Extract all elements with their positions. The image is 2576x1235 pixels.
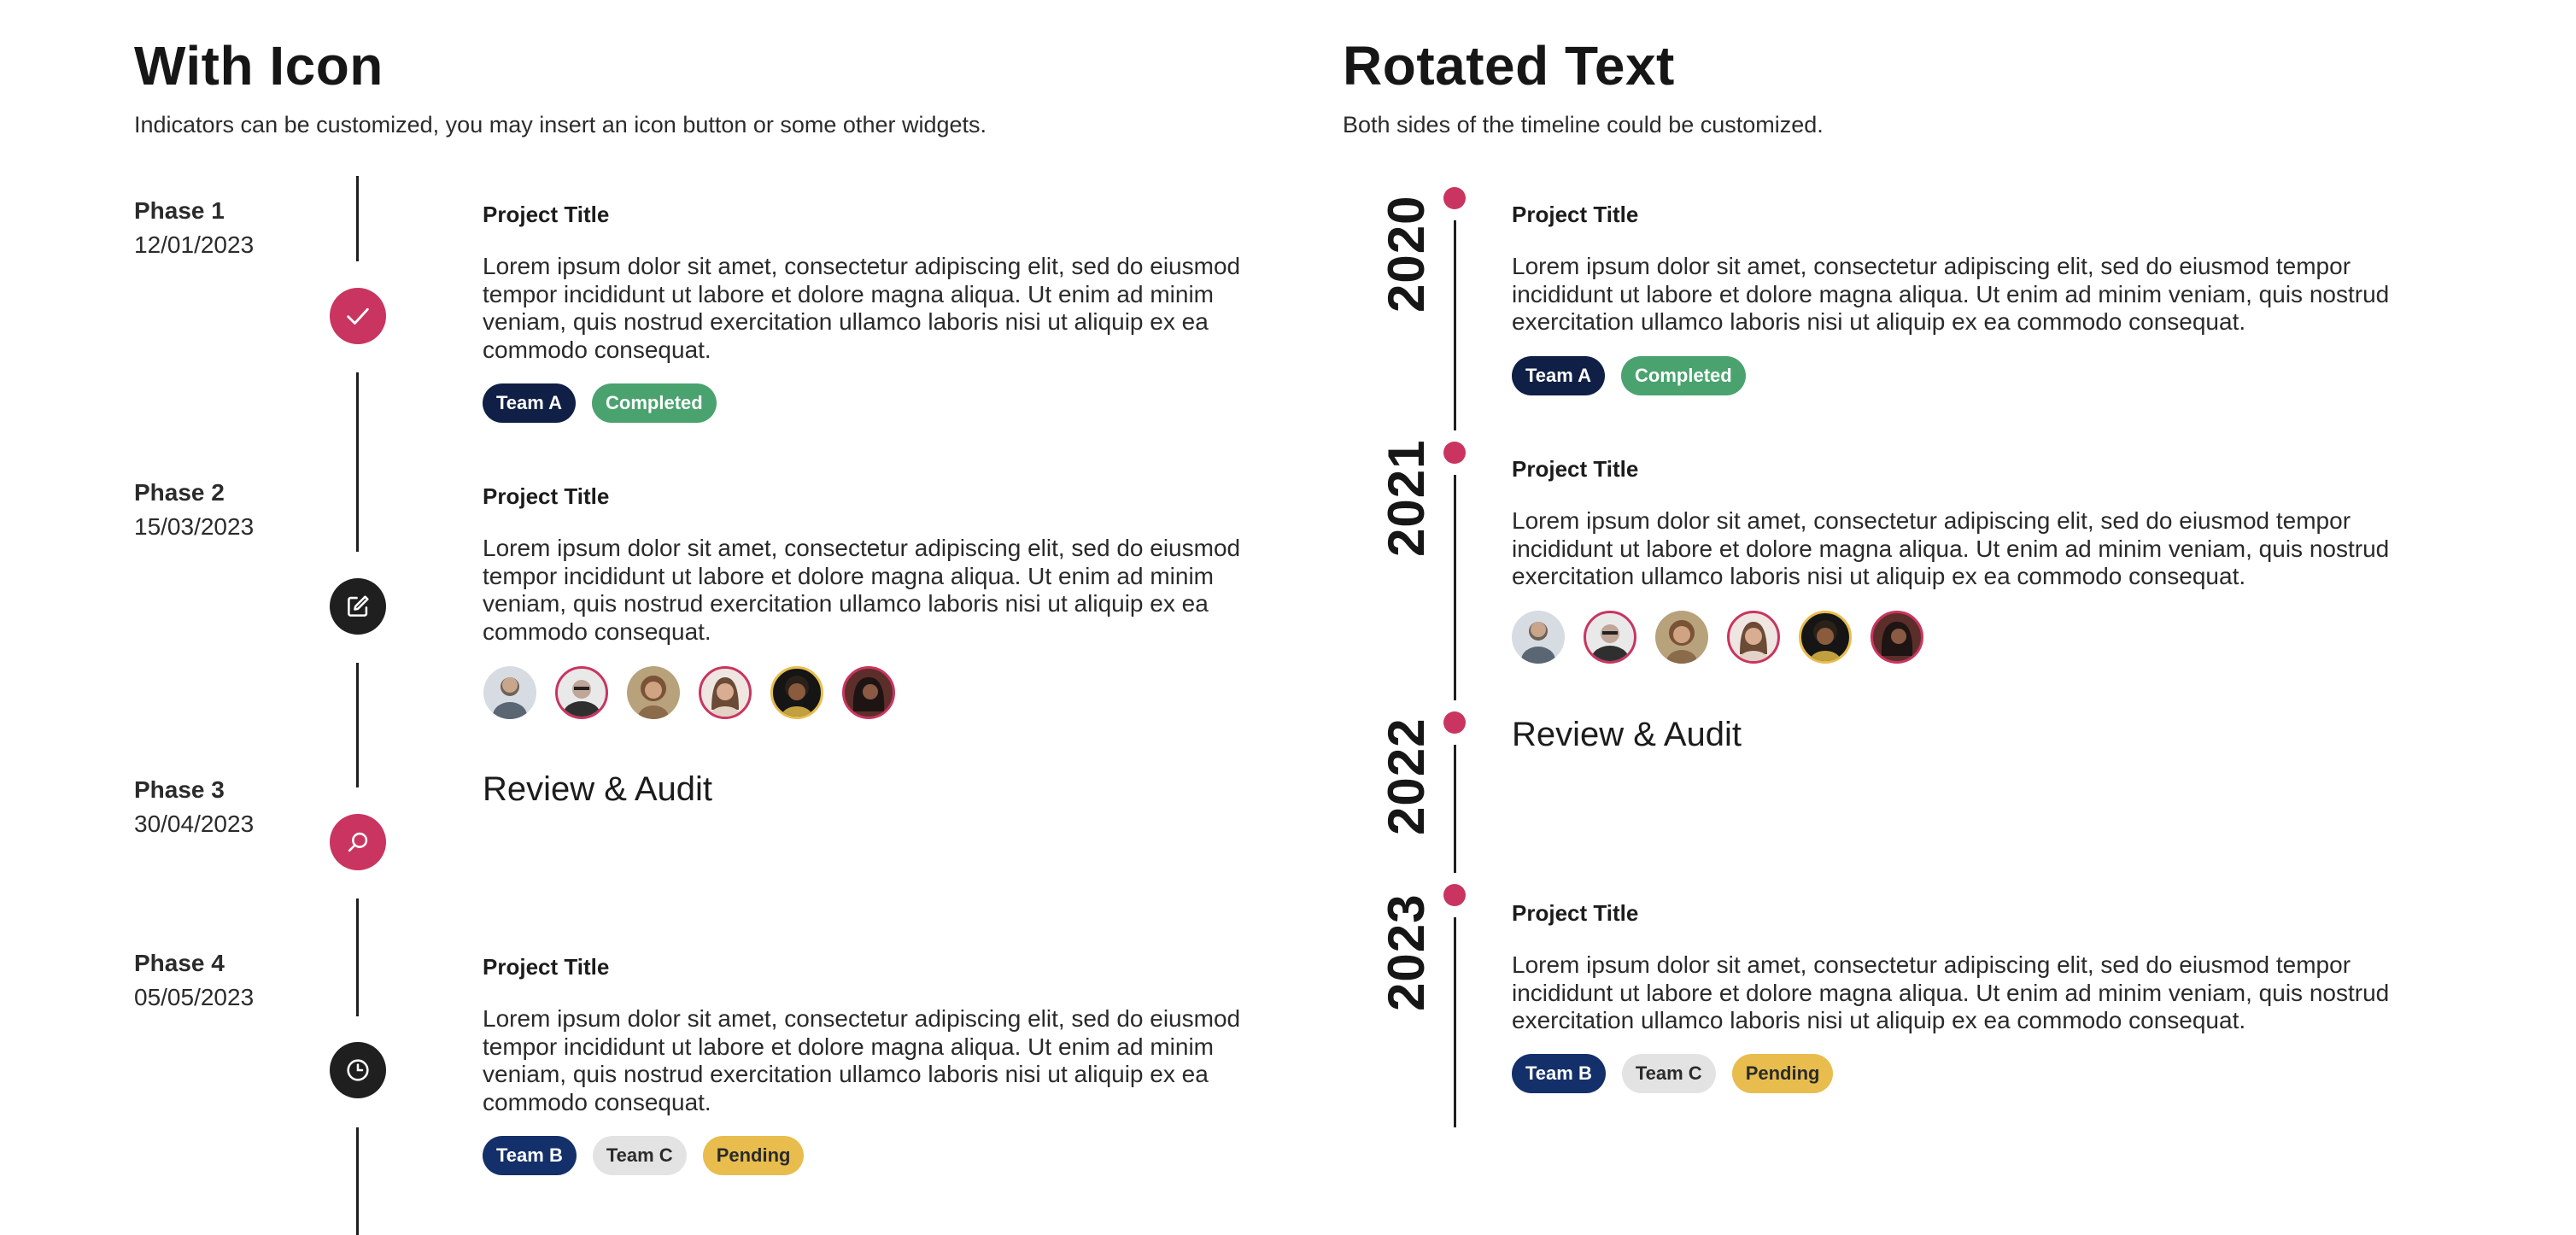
timeline-dot — [1443, 884, 1466, 906]
avatar[interactable] — [1871, 611, 1923, 664]
avatar[interactable] — [483, 666, 536, 719]
phase-date: 12/01/2023 — [134, 231, 255, 258]
avatar[interactable] — [1584, 611, 1636, 664]
phase-label: Phase 4 — [134, 950, 225, 976]
avatar-group — [1512, 611, 1923, 664]
phase-date: 15/03/2023 — [134, 513, 255, 540]
phase-label: Phase 1 — [134, 197, 225, 224]
timeline-line — [1454, 220, 1456, 430]
tag-chip[interactable]: Team B — [1512, 1054, 1606, 1093]
section-title: Rotated Text — [1343, 35, 1675, 97]
avatar[interactable] — [699, 666, 752, 719]
section-title: With Icon — [134, 35, 383, 97]
with-icon-section: With Icon Indicators can be customized, … — [0, 0, 1332, 1235]
timeline-line — [356, 1127, 359, 1235]
phase-date: 05/05/2023 — [134, 984, 255, 1010]
item-body: Lorem ipsum dolor sit amet, consectetur … — [1512, 507, 2390, 589]
phase-date: 30/04/2023 — [134, 811, 255, 837]
phase-label: Phase 2 — [134, 479, 225, 506]
timeline-line — [1454, 745, 1456, 873]
timeline-dot — [1443, 187, 1466, 209]
item-title: Project Title — [1512, 456, 1639, 482]
item-body: Lorem ipsum dolor sit amet, consectetur … — [1512, 253, 2390, 335]
status-badge[interactable]: Pending — [702, 1136, 805, 1175]
item-title: Project Title — [483, 483, 610, 509]
tag-list: Team A Completed — [1512, 356, 1746, 395]
year-label: 2021 — [1378, 439, 1435, 557]
timeline-line — [356, 176, 359, 261]
item-title: Project Title — [1512, 202, 1639, 227]
clock-icon — [347, 1059, 369, 1081]
tag-chip[interactable]: Team C — [1621, 1054, 1716, 1093]
tag-chip[interactable]: Team C — [592, 1136, 687, 1175]
item-title: Project Title — [483, 954, 610, 980]
search-icon — [348, 832, 368, 852]
check-indicator[interactable] — [330, 288, 386, 344]
edit-icon — [348, 595, 369, 617]
status-badge[interactable]: Pending — [1731, 1054, 1834, 1093]
avatar[interactable] — [555, 666, 608, 719]
avatar[interactable] — [1799, 611, 1852, 664]
year-label: 2022 — [1378, 717, 1435, 835]
timeline-line — [1454, 475, 1456, 700]
avatar[interactable] — [770, 666, 823, 719]
search-indicator[interactable] — [330, 814, 386, 870]
item-body: Lorem ipsum dolor sit amet, consectetur … — [483, 1005, 1241, 1115]
tag-list: Team B Team C Pending — [483, 1136, 805, 1175]
year-label: 2023 — [1378, 893, 1435, 1011]
avatar[interactable] — [842, 666, 895, 719]
avatar[interactable] — [1512, 611, 1565, 664]
item-body: Lorem ipsum dolor sit amet, consectetur … — [483, 535, 1241, 645]
avatar[interactable] — [1727, 611, 1780, 664]
status-badge[interactable]: Completed — [592, 383, 717, 423]
avatar[interactable] — [1655, 611, 1708, 664]
timeline-line — [1454, 917, 1456, 1127]
timeline-line — [356, 372, 359, 552]
check-icon — [347, 307, 369, 325]
avatar[interactable] — [627, 666, 680, 719]
timeline-line — [356, 663, 359, 787]
item-body: Lorem ipsum dolor sit amet, consectetur … — [483, 253, 1241, 363]
timeline-dot — [1443, 442, 1466, 464]
item-title: Project Title — [1512, 900, 1639, 926]
tag-list: Team A Completed — [483, 383, 717, 423]
edit-indicator[interactable] — [330, 578, 386, 635]
section-subtitle: Indicators can be customized, you may in… — [134, 112, 987, 138]
item-title: Project Title — [483, 202, 610, 227]
status-badge[interactable]: Completed — [1621, 356, 1746, 395]
tag-chip[interactable]: Team B — [483, 1136, 577, 1175]
year-label: 2020 — [1378, 195, 1435, 313]
item-heading: Review & Audit — [483, 770, 713, 808]
clock-indicator[interactable] — [330, 1042, 386, 1098]
rotated-text-section: Rotated Text Both sides of the timeline … — [1343, 0, 2576, 1235]
tag-chip[interactable]: Team A — [1512, 356, 1606, 395]
item-body: Lorem ipsum dolor sit amet, consectetur … — [1512, 951, 2390, 1033]
section-subtitle: Both sides of the timeline could be cust… — [1343, 112, 1824, 138]
tag-list: Team B Team C Pending — [1512, 1054, 1834, 1093]
timeline-line — [356, 898, 359, 1016]
phase-label: Phase 3 — [134, 776, 225, 803]
avatar-group — [483, 666, 895, 719]
tag-chip[interactable]: Team A — [483, 383, 577, 423]
item-heading: Review & Audit — [1512, 716, 1742, 753]
timeline-dot — [1443, 711, 1466, 734]
